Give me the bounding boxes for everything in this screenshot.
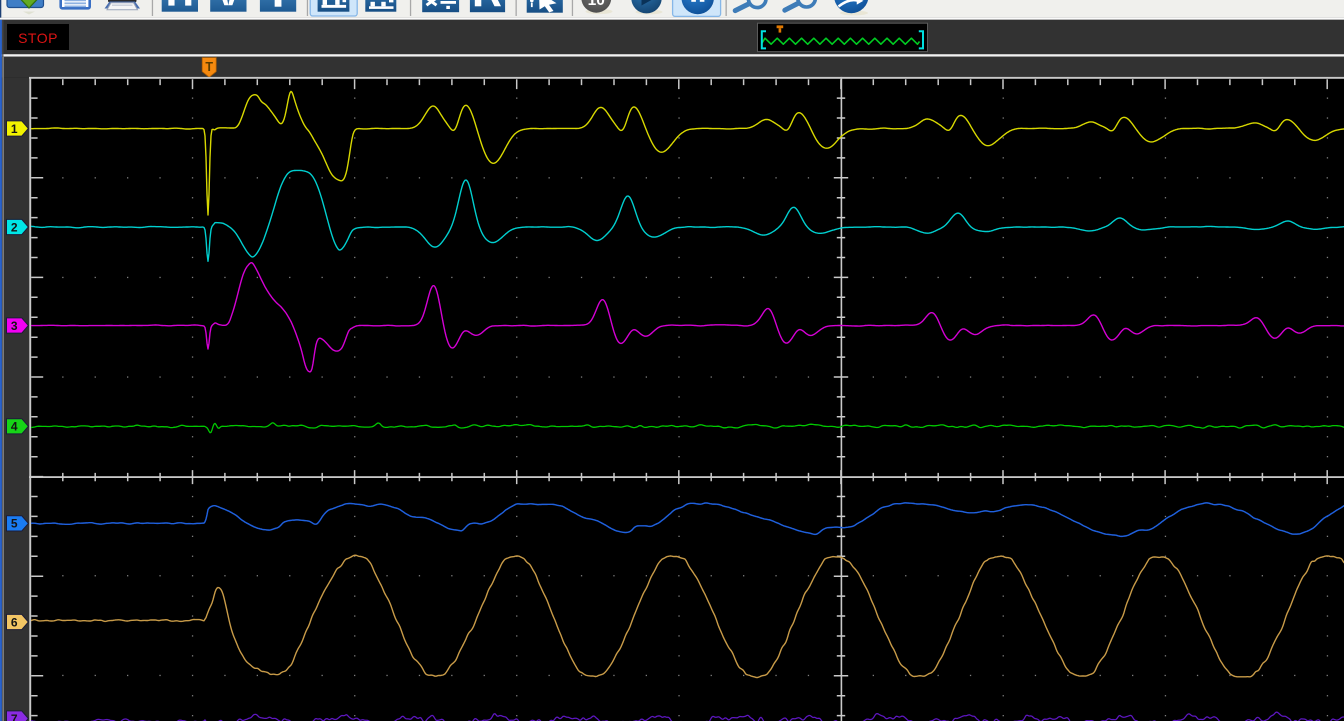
svg-text:7: 7: [11, 712, 18, 721]
svg-text:2: 2: [11, 220, 18, 234]
svg-text:STOP: STOP: [18, 30, 58, 46]
svg-text:1: 1: [11, 122, 18, 136]
svg-text:4: 4: [11, 420, 18, 434]
svg-text:10: 10: [588, 0, 605, 9]
svg-text:T: T: [205, 60, 213, 74]
svg-text:3: 3: [11, 319, 18, 333]
svg-text:6: 6: [11, 615, 18, 629]
svg-text:5: 5: [11, 517, 18, 531]
